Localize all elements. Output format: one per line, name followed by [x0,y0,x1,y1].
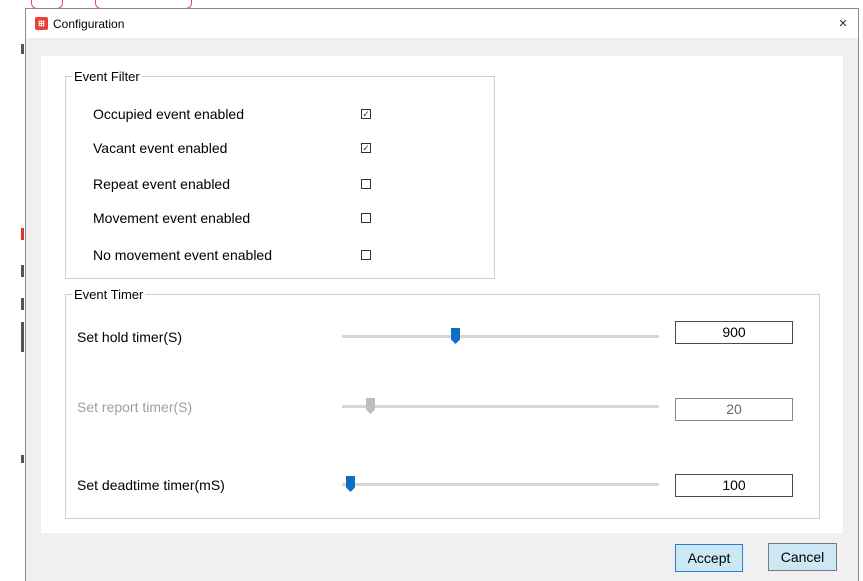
deadtime-timer-label: Set deadtime timer(mS) [77,477,225,493]
repeat-event-label: Repeat event enabled [93,176,230,192]
hold-timer-label: Set hold timer(S) [77,329,183,345]
report-timer-label: Set report timer(S) [77,399,193,415]
deadtime-timer-slider-track[interactable] [342,483,659,486]
occupied-event-checkbox[interactable]: ✓ [361,109,371,119]
hold-timer-input[interactable]: 900 [675,321,793,344]
hold-timer-slider-track[interactable] [342,335,659,338]
background-mark [21,298,24,310]
occupied-event-label: Occupied event enabled [93,106,244,122]
configuration-dialog: ⊞ Configuration × Event Filter Occupied … [25,8,859,581]
vacant-event-label: Vacant event enabled [93,140,228,156]
report-timer-slider-track [342,405,659,408]
accept-button[interactable]: Accept [675,544,743,572]
no-movement-event-label: No movement event enabled [93,247,272,263]
app-logo-icon: ⊞ [35,17,48,30]
background-mark [21,44,24,54]
deadtime-timer-input[interactable]: 100 [675,474,793,497]
cancel-button[interactable]: Cancel [768,543,837,571]
event-filter-legend: Event Filter [74,69,140,84]
report-timer-input: 20 [675,398,793,421]
close-button[interactable]: × [828,9,858,38]
title-bar: ⊞ Configuration × [26,9,858,38]
background-mark [21,228,24,240]
background-app-edge [0,0,25,581]
background-mark [21,455,24,463]
event-timer-legend: Event Timer [74,287,144,302]
background-mark [21,322,24,352]
repeat-event-checkbox[interactable] [361,179,371,189]
vacant-event-checkbox[interactable]: ✓ [361,143,371,153]
dialog-content: Event Filter Occupied event enabled ✓ Va… [41,56,843,533]
background-mark [21,265,24,277]
no-movement-event-checkbox[interactable] [361,250,371,260]
window-title: Configuration [53,17,125,31]
movement-event-label: Movement event enabled [93,210,251,226]
movement-event-checkbox[interactable] [361,213,371,223]
